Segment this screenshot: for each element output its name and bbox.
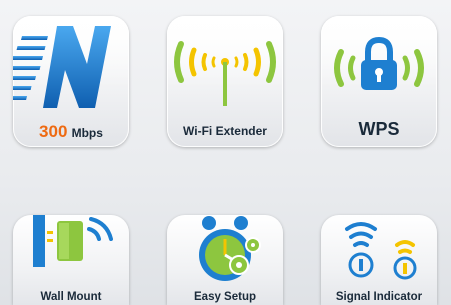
alarm-clock-gear-icon (199, 216, 261, 281)
wps-label: WPS (358, 119, 400, 139)
feature-tile-setup: Easy Setup (167, 215, 283, 305)
speed-unit: Mbps (71, 126, 103, 140)
speed-value: 300 (39, 122, 68, 141)
n-standard-icon (13, 26, 111, 108)
signal-indicator-icon (345, 222, 417, 280)
wps-lock-icon (334, 36, 424, 90)
feature-tile-signal: Signal Indicator (321, 215, 437, 305)
speed-label: 300 Mbps (13, 122, 129, 142)
feature-tile-wps: WPS (321, 16, 437, 147)
extender-label: Wi-Fi Extender (183, 124, 267, 138)
wifi-antenna-icon (174, 41, 276, 106)
setup-label: Easy Setup (194, 291, 256, 303)
feature-tile-speed: 300 Mbps (13, 16, 129, 147)
feature-tile-extender: Wi-Fi Extender (167, 16, 283, 147)
signal-label: Signal Indicator (335, 291, 423, 303)
wall-mount-icon (33, 215, 113, 267)
wall-label: Wall Mount (40, 291, 102, 303)
feature-tile-wall: Wall Mount (13, 215, 129, 305)
